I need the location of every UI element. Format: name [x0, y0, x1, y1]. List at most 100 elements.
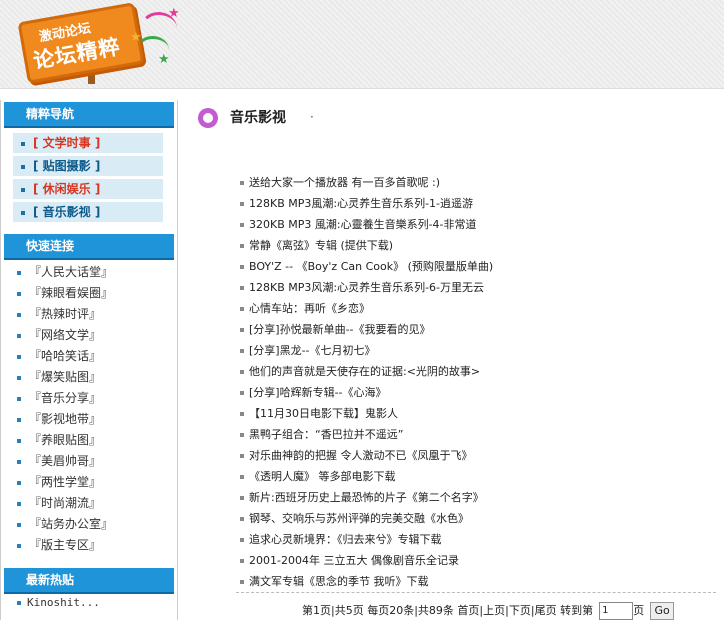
quick-link[interactable]: 『版主专区』	[1, 535, 177, 556]
quick-links-list: 『人民大话堂』 『辣眼看娱圈』 『热辣时评』 『网络文学』 『哈哈笑话』 『爆笑…	[1, 262, 177, 556]
quick-link[interactable]: 『影视地带』	[1, 409, 177, 430]
topic-title: 送给大家一个播放器 有一百多首歌呢 :)	[249, 176, 440, 189]
quick-link[interactable]: 『时尚潮流』	[1, 493, 177, 514]
topic-link[interactable]: 对乐曲神韵的把握 令人激动不已《凤凰于飞》	[240, 445, 710, 466]
quick-link[interactable]: 『音乐分享』	[1, 388, 177, 409]
topic-title: 【11月30日电影下载】鬼影人	[249, 407, 398, 420]
bullet-icon	[240, 349, 244, 353]
bullet-icon	[17, 501, 21, 506]
bullet-icon	[240, 433, 244, 437]
topic-title: 常静《离弦》专辑 (提供下载)	[249, 239, 394, 252]
quick-link[interactable]: 『网络文学』	[1, 325, 177, 346]
topic-link[interactable]: 追求心灵新境界：《归去来兮》专辑下载	[240, 529, 710, 550]
nav-item-label: [ 贴图摄影 ]	[33, 159, 101, 173]
quick-link[interactable]: 『辣眼看娱圈』	[1, 283, 177, 304]
topic-link[interactable]: 他们的声音就是天使存在的证据:<光阴的故事>	[240, 361, 710, 382]
pager-first-link[interactable]: 首页	[457, 604, 479, 617]
bullet-icon	[21, 210, 25, 215]
bullet-icon	[240, 265, 244, 269]
pager-total-pages: |共5页	[331, 604, 364, 617]
quick-link[interactable]: 『人民大话堂』	[1, 262, 177, 283]
nav-item-photos[interactable]: [ 贴图摄影 ]	[13, 156, 163, 176]
nav-item-music-video[interactable]: [ 音乐影视 ]	[13, 202, 163, 222]
bullet-icon	[240, 328, 244, 332]
topic-link[interactable]: 钢琴、交响乐与苏州评弹的完美交融《水色》	[240, 508, 710, 529]
bullet-icon	[21, 187, 25, 192]
bullet-icon	[240, 391, 244, 395]
bullet-icon	[17, 543, 21, 548]
bullet-icon	[240, 286, 244, 290]
quick-link[interactable]: 『美眉帅哥』	[1, 451, 177, 472]
quick-link-label: 『音乐分享』	[29, 391, 102, 405]
nav-item-leisure[interactable]: [ 休闲娱乐 ]	[13, 179, 163, 199]
hot-posts-title: 最新热贴	[4, 568, 174, 594]
quick-link-label: 『网络文学』	[29, 328, 102, 342]
bullet-icon	[17, 438, 21, 443]
quick-link[interactable]: 『爆笑贴图』	[1, 367, 177, 388]
hot-post-link[interactable]: Kinoshit...	[1, 594, 177, 612]
quick-link[interactable]: 『哈哈笑话』	[1, 346, 177, 367]
topic-link[interactable]: 320KB MP3 風潮:心靈養生音樂系列-4-非常道	[240, 214, 710, 235]
bullet-icon	[21, 164, 25, 169]
bullet-icon	[17, 522, 21, 527]
topic-title: 满文军专辑《思念的季节 我听》下载	[249, 575, 429, 588]
quick-link[interactable]: 『站务办公室』	[1, 514, 177, 535]
go-button[interactable]: Go	[650, 602, 675, 620]
quick-link-label: 『辣眼看娱圈』	[29, 286, 114, 300]
topic-link[interactable]: 新片:西班牙历史上最恐怖的片子《第二个名字》	[240, 487, 710, 508]
pager-last-link[interactable]: |尾页	[531, 604, 557, 617]
topic-link[interactable]: 满文军专辑《思念的季节 我听》下载	[240, 571, 710, 592]
bullet-icon	[17, 354, 21, 359]
quick-link-label: 『爆笑贴图』	[29, 370, 102, 384]
topic-link[interactable]: [分享]哈辉新专辑--《心海》	[240, 382, 710, 403]
nav-item-literature[interactable]: [ 文学时事 ]	[13, 133, 163, 153]
topic-link[interactable]: 2001-2004年 三立五大 偶像剧音乐全记录	[240, 550, 710, 571]
quick-link[interactable]: 『养眼贴图』	[1, 430, 177, 451]
topic-link[interactable]: 心情车站：再听《乡恋》	[240, 298, 710, 319]
quick-link-label: 『站务办公室』	[29, 517, 114, 531]
forum-logo[interactable]: 激动论坛 论坛精粹	[17, 2, 145, 84]
pagination: 第1页|共5页 每页20条|共89条 首页|上页|下页|尾页 转到第 1 页 Go	[302, 602, 724, 620]
topic-link[interactable]: 黑鸭子组合：“香巴拉并不遥远”	[240, 424, 710, 445]
topic-link[interactable]: 常静《离弦》专辑 (提供下载)	[240, 235, 710, 256]
quick-link-label: 『热辣时评』	[29, 307, 102, 321]
bullet-icon	[240, 454, 244, 458]
pager-total-items: |共89条	[414, 604, 454, 617]
bullet-icon	[17, 396, 21, 401]
quick-link-label: 『哈哈笑话』	[29, 349, 102, 363]
bullet-icon	[240, 307, 244, 311]
topic-title: 320KB MP3 風潮:心靈養生音樂系列-4-非常道	[249, 218, 477, 231]
topic-list: 送给大家一个播放器 有一百多首歌呢 :) 128KB MP3風潮:心灵养生音乐系…	[240, 172, 710, 592]
topic-title: 钢琴、交响乐与苏州评弹的完美交融《水色》	[249, 512, 469, 525]
topic-title: [分享]哈辉新专辑--《心海》	[249, 386, 387, 399]
bullet-icon	[17, 480, 21, 485]
page-number-input[interactable]: 1	[599, 602, 634, 620]
section-title: 音乐影视	[230, 110, 286, 126]
pager-prev-link[interactable]: |上页	[479, 604, 505, 617]
topic-title: 128KB MP3风潮:心灵养生音乐系列-6-万里无云	[249, 281, 485, 294]
quick-links-title: 快速连接	[4, 234, 174, 260]
topic-link[interactable]: 【11月30日电影下载】鬼影人	[240, 403, 710, 424]
topic-link[interactable]: 《透明人魔》 等多部电影下载	[240, 466, 710, 487]
bullet-icon	[17, 291, 21, 296]
bullet-icon	[240, 223, 244, 227]
quick-link-label: 『版主专区』	[29, 538, 102, 552]
topic-link[interactable]: BOY'Z -- 《Boy'z Can Cook》 (预购限量版单曲)	[240, 256, 710, 277]
quick-link[interactable]: 『两性学堂』	[1, 472, 177, 493]
bullet-icon	[240, 475, 244, 479]
section-dot: ·	[310, 110, 314, 124]
topic-title: 2001-2004年 三立五大 偶像剧音乐全记录	[249, 554, 459, 567]
pager-per-page: 每页20条	[367, 604, 415, 617]
topic-link[interactable]: [分享]孙悦最新单曲--《我要看的见》	[240, 319, 710, 340]
bullet-icon	[240, 202, 244, 206]
topic-title: BOY'Z -- 《Boy'z Can Cook》 (预购限量版单曲)	[249, 260, 494, 273]
topic-title: 128KB MP3風潮:心灵养生音乐系列-1-逍遥游	[249, 197, 474, 210]
topic-link[interactable]: 128KB MP3风潮:心灵养生音乐系列-6-万里无云	[240, 277, 710, 298]
topic-link[interactable]: [分享]黑龙--《七月初七》	[240, 340, 710, 361]
quick-link[interactable]: 『热辣时评』	[1, 304, 177, 325]
quick-link-label: 『美眉帅哥』	[29, 454, 102, 468]
topic-link[interactable]: 送给大家一个播放器 有一百多首歌呢 :)	[240, 172, 710, 193]
topic-link[interactable]: 128KB MP3風潮:心灵养生音乐系列-1-逍遥游	[240, 193, 710, 214]
topic-title: [分享]黑龙--《七月初七》	[249, 344, 376, 357]
pager-next-link[interactable]: |下页	[505, 604, 531, 617]
